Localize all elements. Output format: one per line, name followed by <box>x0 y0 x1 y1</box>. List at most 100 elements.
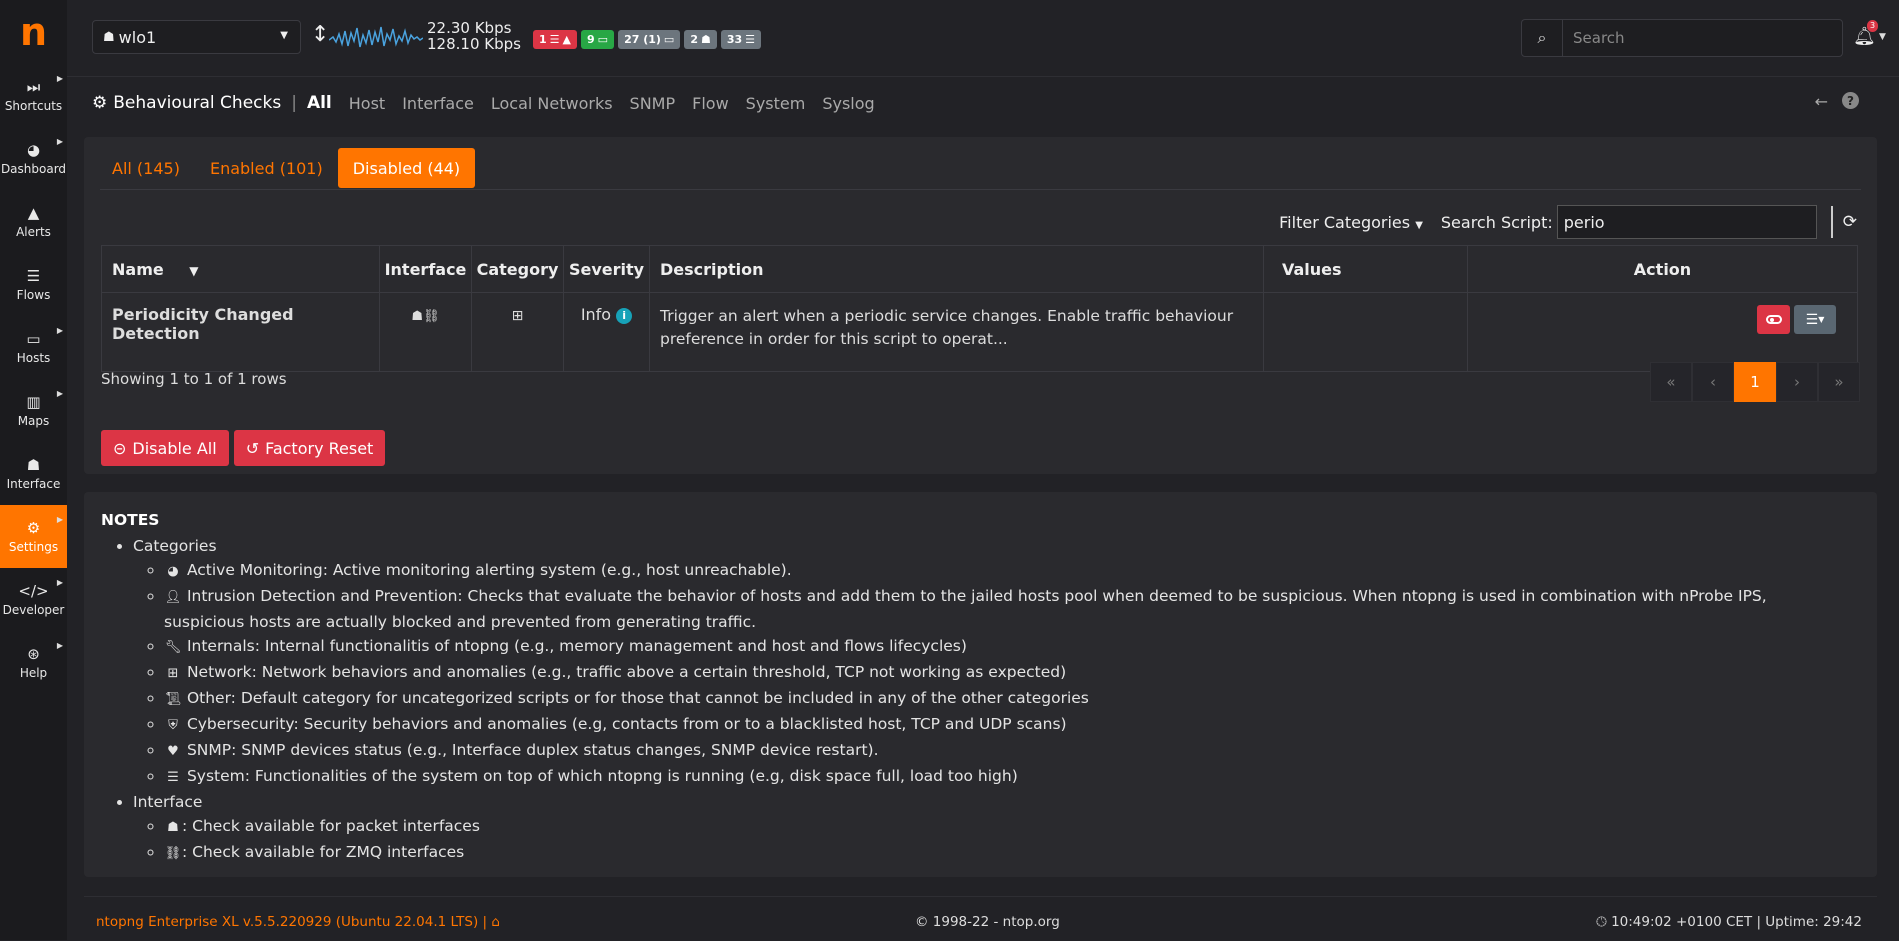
filter-categories-dropdown[interactable]: Filter Categories ▼ <box>1279 213 1423 232</box>
shortcuts-icon: ⏭ <box>26 78 41 96</box>
sidebar-item-hosts[interactable]: ▭ Hosts ▶ <box>0 316 67 379</box>
laptop-icon: ▭ <box>597 33 609 46</box>
footer: ntopng Enterprise XL v.5.5.220929 (Ubunt… <box>84 896 1877 941</box>
alerts-badge[interactable]: 1 ☰ ▲ <box>533 30 577 49</box>
first-page-button[interactable]: « <box>1650 362 1692 402</box>
interface-select[interactable]: ☗ wlo1 ▼ <box>92 20 301 54</box>
factory-reset-button[interactable]: ↺ Factory Reset <box>233 430 386 466</box>
tab-all[interactable]: All (145) <box>97 148 195 188</box>
top-bar: ☗ wlo1 ▼ ↕ 22.30 Kbps 128.10 Kbps 1 ☰ ▲ 9 ▭… <box>67 0 1899 77</box>
description-cell: Trigger an alert when a periodic service… <box>649 292 1264 372</box>
sidebar-item-shortcuts[interactable]: ⏭ Shortcuts ▶ <box>0 64 67 127</box>
sidebar-item-interface[interactable]: ☗ Interface <box>0 442 67 505</box>
prev-page-button[interactable]: ‹ <box>1692 362 1734 402</box>
search-script-input[interactable] <box>1556 205 1817 239</box>
sidebar-item-dashboard[interactable]: ◕ Dashboard ▶ <box>0 127 67 190</box>
next-page-button[interactable]: › <box>1776 362 1818 402</box>
info-icon: i <box>616 307 633 324</box>
caret-right-icon: ▶ <box>56 515 63 524</box>
interface-icon: ☗ <box>26 456 41 474</box>
warning-icon: ▲ <box>562 33 571 46</box>
disable-all-button[interactable]: ⊝ Disable All <box>101 430 229 466</box>
status-badges: 1 ☰ ▲ 9 ▭ 27 (1) ▭ 2 ☗ 33 ☰ <box>533 30 762 49</box>
sidebar-item-developer[interactable]: </> Developer ▶ <box>0 568 67 631</box>
nav-link-flow[interactable]: Flow <box>692 94 729 113</box>
caret-right-icon: ▶ <box>56 641 63 650</box>
search-input[interactable] <box>1563 20 1842 56</box>
actions-menu-button[interactable]: ☰ ▼ <box>1794 305 1836 334</box>
refresh-icon[interactable]: ⟳ <box>1830 206 1857 238</box>
last-page-button[interactable]: » <box>1818 362 1860 402</box>
code-icon: </> <box>18 582 49 600</box>
nav-link-host[interactable]: Host <box>349 94 385 113</box>
values-cell <box>1263 292 1468 372</box>
throughput-rates: 22.30 Kbps 128.10 Kbps <box>427 19 521 53</box>
back-arrow-icon[interactable]: ← <box>1815 92 1828 111</box>
heartbeat-icon: ♥ <box>167 744 179 759</box>
column-header-interface: Interface <box>379 245 472 293</box>
sidebar-item-help[interactable]: ⊛ Help ▶ <box>0 631 67 694</box>
tab-enabled[interactable]: Enabled (101) <box>195 148 338 188</box>
page-1-button[interactable]: 1 <box>1734 362 1776 402</box>
toggle-off-icon: ⊝ <box>113 438 127 458</box>
column-header-values: Values <box>1263 245 1468 293</box>
column-header-name[interactable]: Name ▼ <box>101 245 380 293</box>
list-icon: ☰ <box>745 33 756 46</box>
hosts-icon: ▭ <box>26 330 41 348</box>
nav-link-system[interactable]: System <box>746 94 806 113</box>
server-icon: ☰ <box>167 770 179 785</box>
sidebar-item-maps[interactable]: ▥ Maps ▶ <box>0 379 67 442</box>
interface-cell: ☗⛓ <box>379 292 472 372</box>
nav-link-local-networks[interactable]: Local Networks <box>491 94 613 113</box>
caret-right-icon: ▶ <box>56 326 63 335</box>
search-icon[interactable]: ⌕ <box>1522 20 1563 56</box>
laptop-icon: ▭ <box>663 33 675 46</box>
notes-card: NOTES Categories ◕ Active Monitoring: Ac… <box>84 492 1877 877</box>
list-item: ☰ System: Functionalities of the system … <box>164 764 1847 790</box>
nav-link-all[interactable]: All <box>307 93 332 113</box>
ethernet-icon: ☗ <box>167 820 179 835</box>
undo-icon: ↺ <box>245 438 260 458</box>
devices-badge[interactable]: 2 ☗ <box>684 30 717 49</box>
nav-link-snmp[interactable]: SNMP <box>630 94 676 113</box>
clock-uptime: 🕓︎ 10:49:02 +0100 CET | Uptime: 29:42 <box>1596 914 1862 930</box>
toggle-check-button[interactable] <box>1757 305 1790 334</box>
network-icon: ⊞ <box>167 666 179 681</box>
nav-link-syslog[interactable]: Syslog <box>822 94 874 113</box>
caret-right-icon: ▶ <box>56 578 63 587</box>
traffic-sparkline <box>329 26 423 48</box>
sidebar-item-flows[interactable]: ☰ Flows <box>0 253 67 316</box>
help-icon[interactable]: ? <box>1842 92 1859 109</box>
ntopng-logo[interactable]: n <box>0 0 67 64</box>
local-hosts-badge[interactable]: 9 ▭ <box>581 30 615 49</box>
github-icon[interactable]: ⌂ <box>491 914 500 930</box>
list-item: 🔧︎ Internals: Internal functionalitis of… <box>164 634 1847 660</box>
toggle-icon <box>1765 315 1782 324</box>
list-item: 👤︎ Intrusion Detection and Prevention: C… <box>164 584 1847 634</box>
page-title: ⚙ Behavioural Checks <box>92 93 282 113</box>
flows-badge[interactable]: 33 ☰ <box>720 30 762 49</box>
up-down-arrow-icon: ↕ <box>311 22 330 47</box>
hosts-badge[interactable]: 27 (1) ▭ <box>618 30 681 49</box>
category-cell: ⊞ <box>471 292 564 372</box>
sidebar-item-settings[interactable]: ⚙ Settings ▶ <box>0 505 67 568</box>
list-item: ♥ SNMP: SNMP devices status (e.g., Inter… <box>164 738 1847 764</box>
list-item: ⛨ Cybersecurity: Security behaviors and … <box>164 712 1847 738</box>
alerts-icon: ▲ <box>27 204 40 222</box>
sidebar-item-alerts[interactable]: ▲ Alerts <box>0 190 67 253</box>
notes-list: Categories ◕ Active Monitoring: Active m… <box>101 534 1847 866</box>
sidebar: n ⏭ Shortcuts ▶ ◕ Dashboard ▶ ▲ Alerts ☰… <box>0 0 67 940</box>
list-item: ◕ Active Monitoring: Active monitoring a… <box>164 558 1847 584</box>
ethernet-icon: ☗ <box>411 309 424 324</box>
nav-link-interface[interactable]: Interface <box>402 94 474 113</box>
ethernet-icon: ☗ <box>700 33 711 46</box>
copyright: © 1998-22 - ntop.org <box>915 914 1060 930</box>
column-header-description: Description <box>649 245 1264 293</box>
tab-disabled[interactable]: Disabled (44) <box>337 148 476 188</box>
ethernet-icon: ☗ <box>103 29 115 45</box>
chevron-down-icon: ▼ <box>280 30 288 41</box>
flows-icon: ☰ <box>26 267 41 285</box>
bulk-actions: ⊝ Disable All ↺ Factory Reset <box>101 430 386 466</box>
user-lock-icon: 👤︎ <box>164 590 182 605</box>
caret-right-icon: ▶ <box>56 389 63 398</box>
